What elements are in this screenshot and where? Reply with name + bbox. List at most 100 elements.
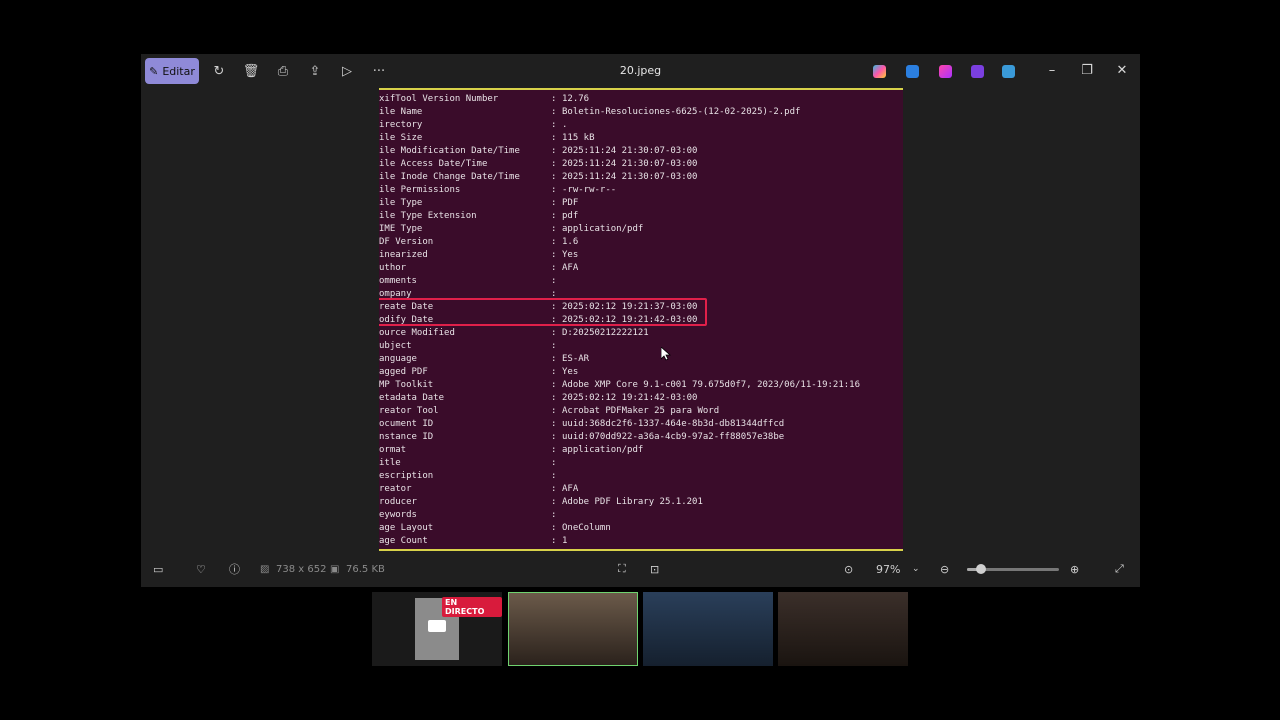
chevron-down-icon[interactable]: ⌄ [912, 561, 920, 577]
photo-viewer-window: ✎ Editar ↻ 🗑 ⎙ ⇪ ▷ ··· 20.jpeg – ❐ ✕ xif… [141, 54, 1140, 587]
terminal-row-separator: : [551, 419, 557, 429]
terminal-row-separator: : [551, 159, 557, 169]
terminal-row-separator: : [551, 133, 557, 143]
terminal-row-value: PDF [562, 198, 579, 208]
terminal-row-key: ile Name [379, 107, 423, 117]
terminal-row-key: ile Access Date/Time [379, 159, 488, 169]
terminal-row-key: ocument ID [379, 419, 434, 429]
zoom-out-icon[interactable]: ⊖ [940, 561, 949, 577]
edit-button[interactable]: ✎ Editar [145, 58, 199, 84]
terminal-row-separator: : [551, 497, 557, 507]
print-icon[interactable]: ⎙ [273, 58, 293, 84]
actual-size-icon[interactable]: ⊙ [844, 561, 853, 577]
terminal-row-separator: : [551, 289, 557, 299]
zoom-slider[interactable] [967, 564, 1059, 574]
terminal-row-key: irectory [379, 120, 423, 130]
terminal-row-value: uuid:070dd922-a36a-4cb9-97a2-ff88057e38b… [562, 432, 785, 442]
terminal-row-separator: : [551, 315, 557, 325]
rotate-icon[interactable]: ↻ [209, 58, 229, 84]
terminal-row-separator: : [551, 458, 557, 468]
restore-icon[interactable]: ❐ [1077, 62, 1097, 80]
edit-icon: ✎ [149, 64, 159, 78]
screen-share-tile[interactable]: EN DIRECTO [372, 592, 502, 666]
slideshow-icon[interactable]: ▷ [337, 58, 357, 84]
terminal-row-key: IME Type [379, 224, 423, 234]
terminal-row-key: ile Permissions [379, 185, 461, 195]
terminal-row-key: ile Size [379, 133, 423, 143]
terminal-row-key: ile Type [379, 198, 423, 208]
clipchamp-icon[interactable] [939, 65, 952, 78]
screen-share-icon [428, 620, 446, 632]
terminal-row-value: 115 kB [562, 133, 595, 143]
terminal-row-value: -rw-rw-r-- [562, 185, 617, 195]
terminal-row-key: reator [379, 484, 412, 494]
favorite-icon[interactable]: ♡ [196, 561, 206, 577]
terminal-row-value: pdf [562, 211, 579, 221]
edit-label: Editar [162, 64, 195, 78]
terminal-row-value: D:20250212222121 [562, 328, 649, 338]
terminal-row-value: 12.76 [562, 94, 590, 104]
minimize-icon[interactable]: – [1042, 62, 1062, 80]
terminal-row-separator: : [551, 198, 557, 208]
terminal-row-key: agged PDF [379, 367, 428, 377]
terminal-row-separator: : [551, 510, 557, 520]
participant-tile-1[interactable] [508, 592, 638, 666]
zoom-level[interactable]: 97% [876, 561, 900, 577]
terminal-row-value: AFA [562, 484, 579, 494]
terminal-row-key: age Count [379, 536, 428, 546]
terminal-row-key: anguage [379, 354, 417, 364]
terminal-row-value: Yes [562, 367, 579, 377]
terminal-row-value: Adobe XMP Core 9.1-c001 79.675d0f7, 2023… [562, 380, 861, 390]
disk-icon: ▣ [330, 563, 340, 575]
terminal-row-key: ormat [379, 445, 407, 455]
live-badge: EN DIRECTO [442, 597, 502, 617]
close-icon[interactable]: ✕ [1112, 62, 1132, 80]
terminal-row-separator: : [551, 523, 557, 533]
terminal-row-key: ile Inode Change Date/Time [379, 172, 520, 182]
participant-tile-3[interactable] [778, 592, 908, 666]
terminal-row-key: itle [379, 458, 401, 468]
terminal-row-key: DF Version [379, 237, 434, 247]
terminal-row-key: xifTool Version Number [379, 94, 499, 104]
terminal-row-separator: : [551, 185, 557, 195]
terminal-row-separator: : [551, 263, 557, 273]
onedrive-icon[interactable] [1002, 65, 1015, 78]
participant-tile-2[interactable] [643, 592, 773, 666]
terminal-row-key: MP Toolkit [379, 380, 434, 390]
designer-icon[interactable] [906, 65, 919, 78]
image-viewport[interactable]: xifTool Version Number:12.76 ile Name: Bol… [141, 88, 1140, 551]
title-bar: ✎ Editar ↻ 🗑 ⎙ ⇪ ▷ ··· 20.jpeg – ❐ ✕ [141, 54, 1140, 88]
share-icon[interactable]: ⇪ [305, 58, 325, 84]
terminal-row-key: reate Date [379, 302, 434, 312]
terminal-row-key: ubject [379, 341, 412, 351]
image-dimensions: 738 x 652 [276, 563, 327, 575]
zoom-slider-knob[interactable] [975, 564, 986, 574]
crop-icon[interactable]: ⛶ [618, 561, 626, 577]
terminal-row-value: . [562, 120, 568, 130]
terminal-row-separator: : [551, 536, 557, 546]
delete-icon[interactable]: 🗑 [241, 58, 261, 84]
terminal-row-value: ES-AR [562, 354, 590, 364]
copilot-icon[interactable] [873, 65, 886, 78]
app-icon[interactable] [971, 65, 984, 78]
select-icon[interactable]: ⊡ [650, 561, 659, 577]
status-bar: ▭ ♡ ⓘ ▨ 738 x 652 ▣ 76.5 KB ⛶ ⊡ ⊙ 97% ⌄ … [141, 554, 1140, 584]
zoom-in-icon[interactable]: ⊕ [1070, 561, 1079, 577]
terminal-row-separator: : [551, 107, 557, 117]
terminal-row-value: uuid:368dc2f6-1337-464e-8b3d-db81344dffc… [562, 419, 785, 429]
more-options-icon[interactable]: ··· [369, 58, 389, 84]
terminal-row-separator: : [551, 146, 557, 156]
terminal-row-key: odify Date [379, 315, 434, 325]
terminal-row-separator: : [551, 276, 557, 286]
filmstrip-icon[interactable]: ▭ [153, 561, 163, 577]
terminal-row-separator: : [551, 120, 557, 130]
terminal-row-value: 2025:11:24 21:30:07-03:00 [562, 172, 698, 182]
mouse-cursor [660, 346, 672, 365]
terminal-row-separator: : [551, 471, 557, 481]
terminal-row-value: 2025:02:12 19:21:37-03:00 [562, 302, 698, 312]
terminal-row-key: nstance ID [379, 432, 434, 442]
terminal-row-value: 1.6 [562, 237, 579, 247]
info-icon[interactable]: ⓘ [229, 561, 240, 577]
fullscreen-icon[interactable]: ⤢ [1115, 561, 1124, 577]
terminal-row-value: Boletin-Resoluciones-6625-(12-02-2025)-2… [562, 107, 801, 117]
